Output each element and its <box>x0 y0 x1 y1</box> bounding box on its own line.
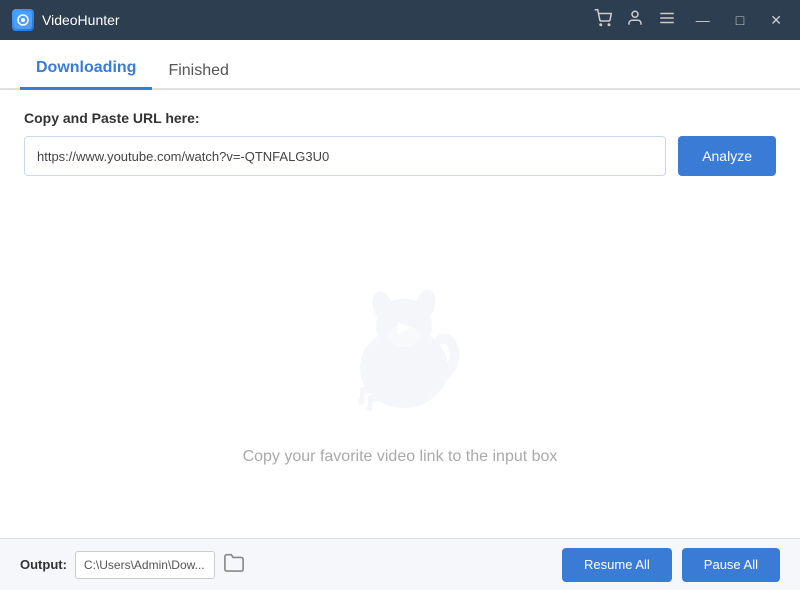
maximize-button[interactable]: □ <box>730 10 750 30</box>
resume-all-button[interactable]: Resume All <box>562 548 672 582</box>
url-section: Copy and Paste URL here: Analyze <box>0 90 800 192</box>
analyze-button[interactable]: Analyze <box>678 136 776 176</box>
empty-state: Copy your favorite video link to the inp… <box>0 192 800 538</box>
url-label: Copy and Paste URL here: <box>24 110 776 126</box>
close-button[interactable]: ✕ <box>764 10 788 31</box>
empty-state-text: Copy your favorite video link to the inp… <box>243 448 558 466</box>
url-input-row: Analyze <box>24 136 776 176</box>
minimize-button[interactable]: — <box>690 10 716 30</box>
empty-state-icon <box>320 264 480 424</box>
user-icon[interactable] <box>626 9 644 32</box>
main-content: Downloading Finished Copy and Paste URL … <box>0 40 800 538</box>
title-bar-left: VideoHunter <box>12 9 120 31</box>
output-section: Output: C:\Users\Admin\Dow... <box>20 551 245 579</box>
footer: Output: C:\Users\Admin\Dow... Resume All… <box>0 538 800 590</box>
pause-all-button[interactable]: Pause All <box>682 548 780 582</box>
output-label: Output: <box>20 557 67 572</box>
tab-downloading[interactable]: Downloading <box>20 49 152 90</box>
title-bar-controls: — □ ✕ <box>594 9 788 32</box>
cart-icon[interactable] <box>594 9 612 32</box>
app-title: VideoHunter <box>42 12 120 28</box>
url-input[interactable] <box>24 136 666 176</box>
output-path: C:\Users\Admin\Dow... <box>75 551 215 579</box>
menu-icon[interactable] <box>658 9 676 32</box>
folder-icon[interactable] <box>223 552 245 577</box>
footer-buttons: Resume All Pause All <box>562 548 780 582</box>
tabs-container: Downloading Finished <box>0 40 800 90</box>
title-bar: VideoHunter — □ ✕ <box>0 0 800 40</box>
tab-finished[interactable]: Finished <box>152 52 244 90</box>
app-logo <box>12 9 34 31</box>
